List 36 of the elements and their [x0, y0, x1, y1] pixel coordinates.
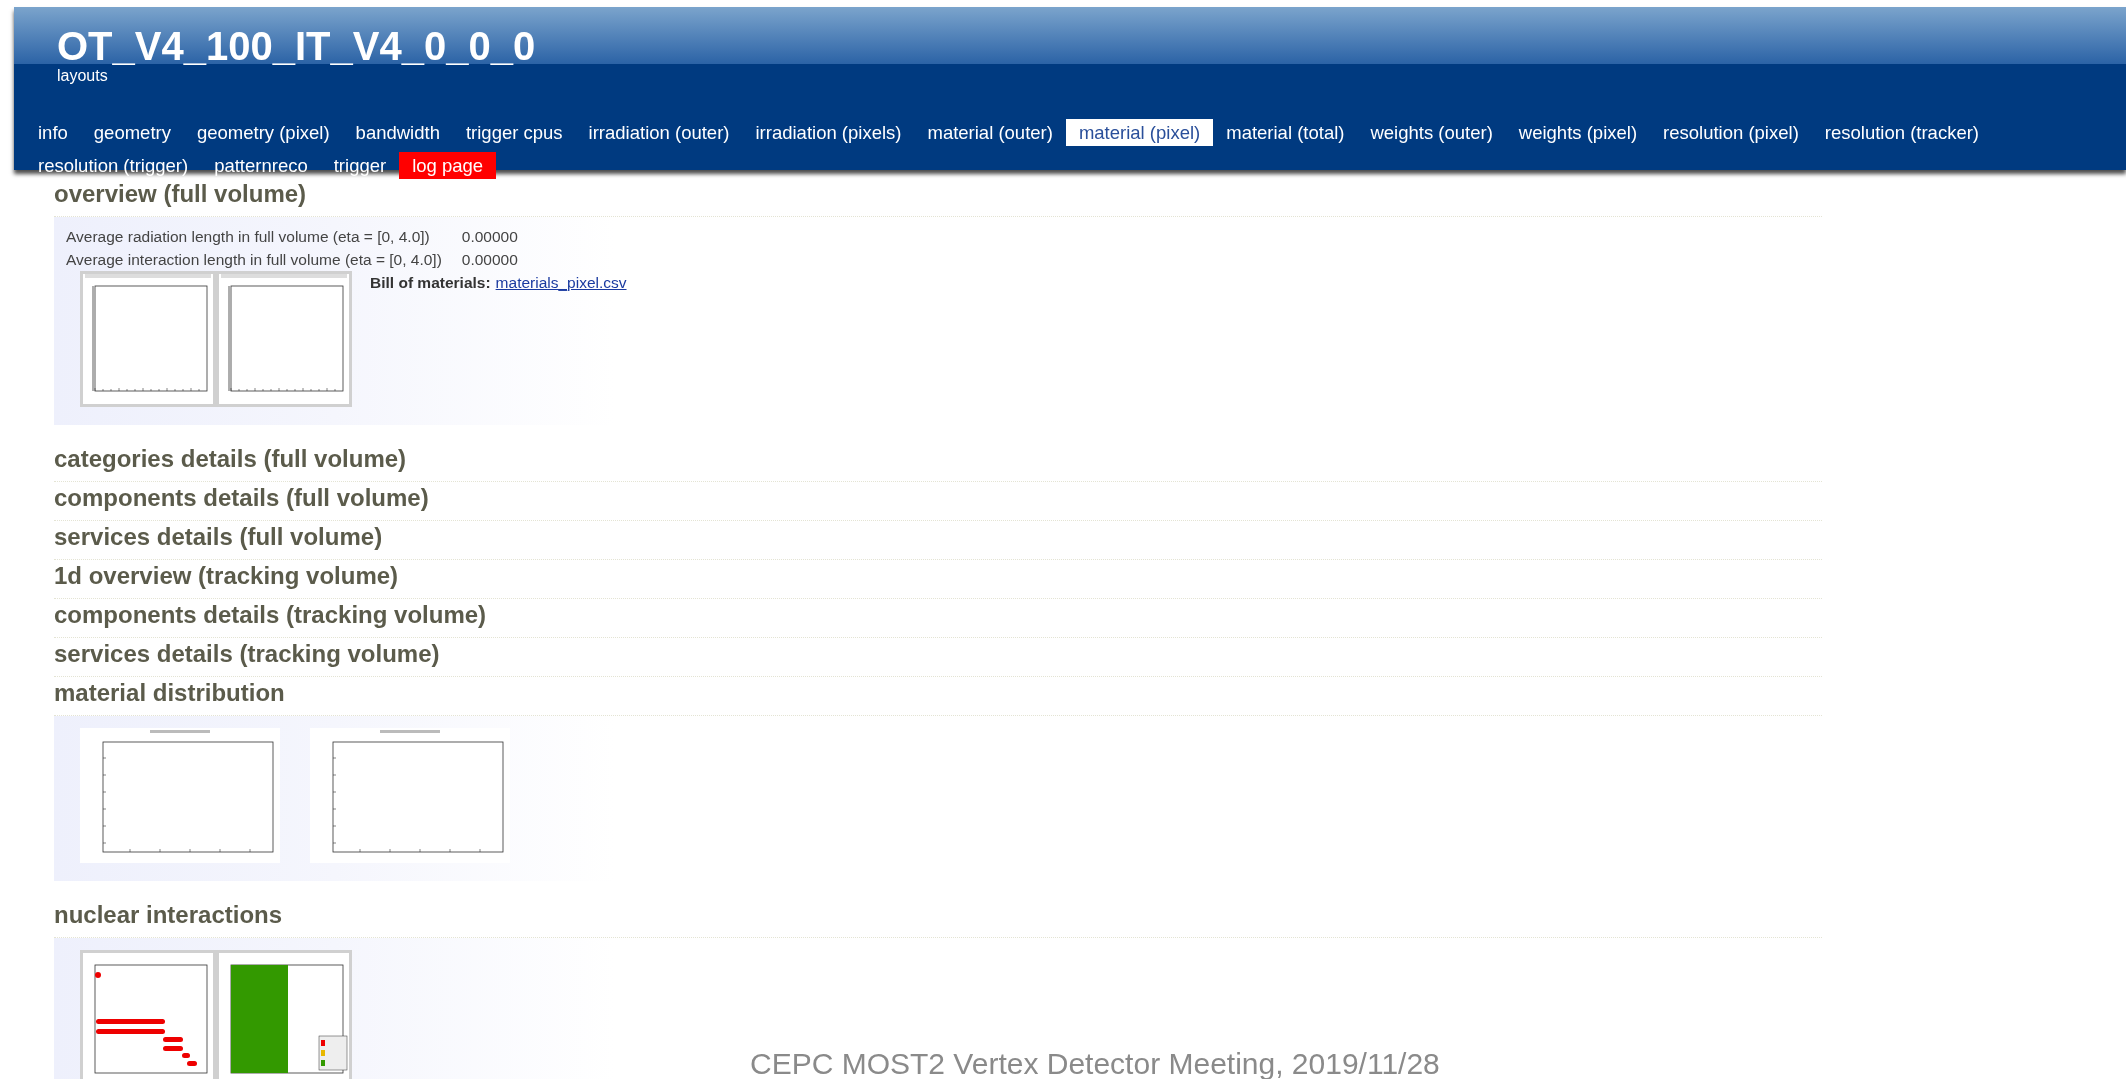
nav-tab[interactable]: patternreco: [201, 152, 321, 179]
plot-thumbnail[interactable]: [216, 950, 352, 1079]
nav-tab[interactable]: material (outer): [914, 119, 1066, 146]
summary-label: Average radiation length in full volume (eta = [0, 4.0]): [66, 227, 431, 247]
nav-tab[interactable]: irradiation (outer): [575, 119, 743, 146]
nav-tab[interactable]: weights (outer): [1357, 119, 1506, 146]
plot-thumbnail[interactable]: [80, 950, 216, 1079]
summary-label: Average interaction length in full volume (eta = [0, 4.0]): [66, 250, 442, 270]
nav-tab[interactable]: trigger cpus: [452, 119, 576, 146]
nav-tab[interactable]: info: [25, 119, 81, 146]
nav-tab[interactable]: resolution (pixel): [1650, 119, 1812, 146]
section-heading[interactable]: services details (tracking volume): [54, 638, 1822, 677]
nav-tab[interactable]: resolution (trigger): [25, 152, 202, 179]
plot-thumbnail[interactable]: [216, 271, 352, 407]
summary-value: 0.00000: [460, 250, 518, 270]
page-subtitle: layouts: [57, 68, 109, 84]
section-heading[interactable]: components details (full volume): [54, 482, 1822, 521]
plot-thumbnail[interactable]: [80, 271, 216, 407]
section-heading[interactable]: components details (tracking volume): [54, 599, 1822, 638]
section-heading[interactable]: 1d overview (tracking volume): [54, 560, 1822, 599]
bill-label: Bill of materials:: [370, 273, 491, 293]
page-title: OT_V4_100_IT_V4_0_0_0: [57, 24, 537, 68]
nav-tab[interactable]: geometry (pixel): [183, 119, 343, 146]
summary-value: 0.00000: [460, 227, 518, 247]
section-heading[interactable]: categories details (full volume): [54, 443, 1822, 482]
nav-tab[interactable]: irradiation (pixels): [742, 119, 915, 146]
csv-link[interactable]: materials_pixel.csv: [495, 271, 627, 295]
nav-tab[interactable]: geometry: [80, 119, 184, 146]
nav-tab[interactable]: bandwidth: [342, 119, 453, 146]
section-heading[interactable]: services details (full volume): [54, 521, 1822, 560]
nav-tab[interactable]: material (total): [1213, 119, 1358, 146]
log-page-tab[interactable]: log page: [399, 152, 497, 179]
nav-tab[interactable]: trigger: [320, 152, 400, 179]
nav-tab[interactable]: weights (pixel): [1505, 119, 1651, 146]
nav-tab[interactable]: material (pixel): [1065, 119, 1214, 146]
nav-tab[interactable]: resolution (tracker): [1811, 119, 1992, 146]
